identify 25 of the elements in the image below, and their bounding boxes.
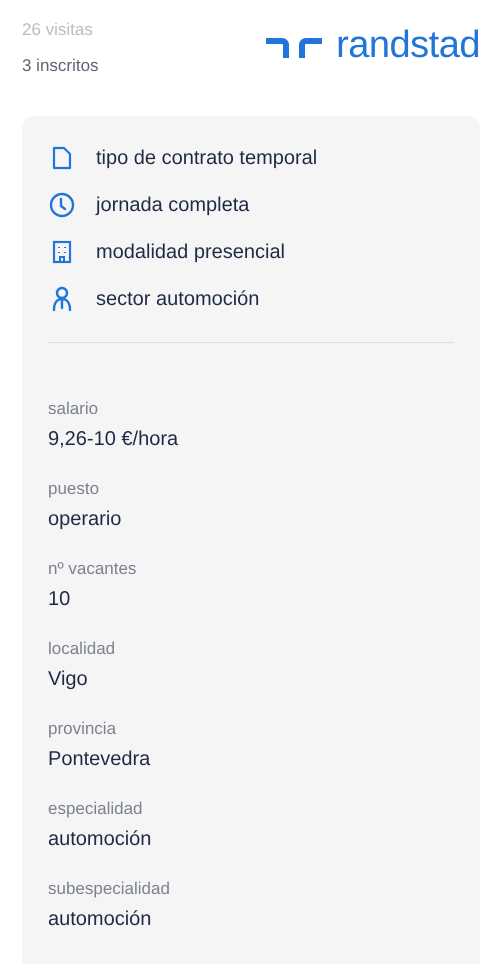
field-value: 10 — [48, 587, 72, 611]
field-value: automoción — [48, 907, 152, 931]
applicants-count: 3 inscritos — [22, 54, 99, 76]
field-label: provincia — [48, 719, 118, 739]
feature-text: jornada completa — [96, 192, 250, 218]
field-label: salario — [48, 399, 100, 419]
building-icon — [52, 240, 72, 264]
field-label: especialidad — [48, 799, 144, 819]
document-icon — [52, 146, 72, 170]
visits-count: 26 visitas — [22, 19, 94, 41]
feature-text: modalidad presencial — [96, 240, 286, 264]
field-label: localidad — [48, 639, 116, 659]
field-label: nº vacantes — [48, 559, 138, 579]
field-label: subespecialidad — [48, 879, 171, 899]
field-value: Vigo — [48, 667, 89, 691]
field-value: automoción — [48, 827, 152, 851]
field-value: 9,26-10 €/hora — [48, 427, 180, 451]
field-value: Pontevedra — [48, 747, 152, 771]
feature-text: sector automoción — [96, 286, 260, 312]
field-label: puesto — [48, 479, 100, 499]
randstad-logo: randstad — [266, 26, 480, 64]
field-value: operario — [48, 507, 122, 531]
person-icon — [51, 286, 73, 312]
feature-text: tipo de contrato temporal — [96, 146, 318, 170]
clock-icon — [49, 192, 75, 218]
